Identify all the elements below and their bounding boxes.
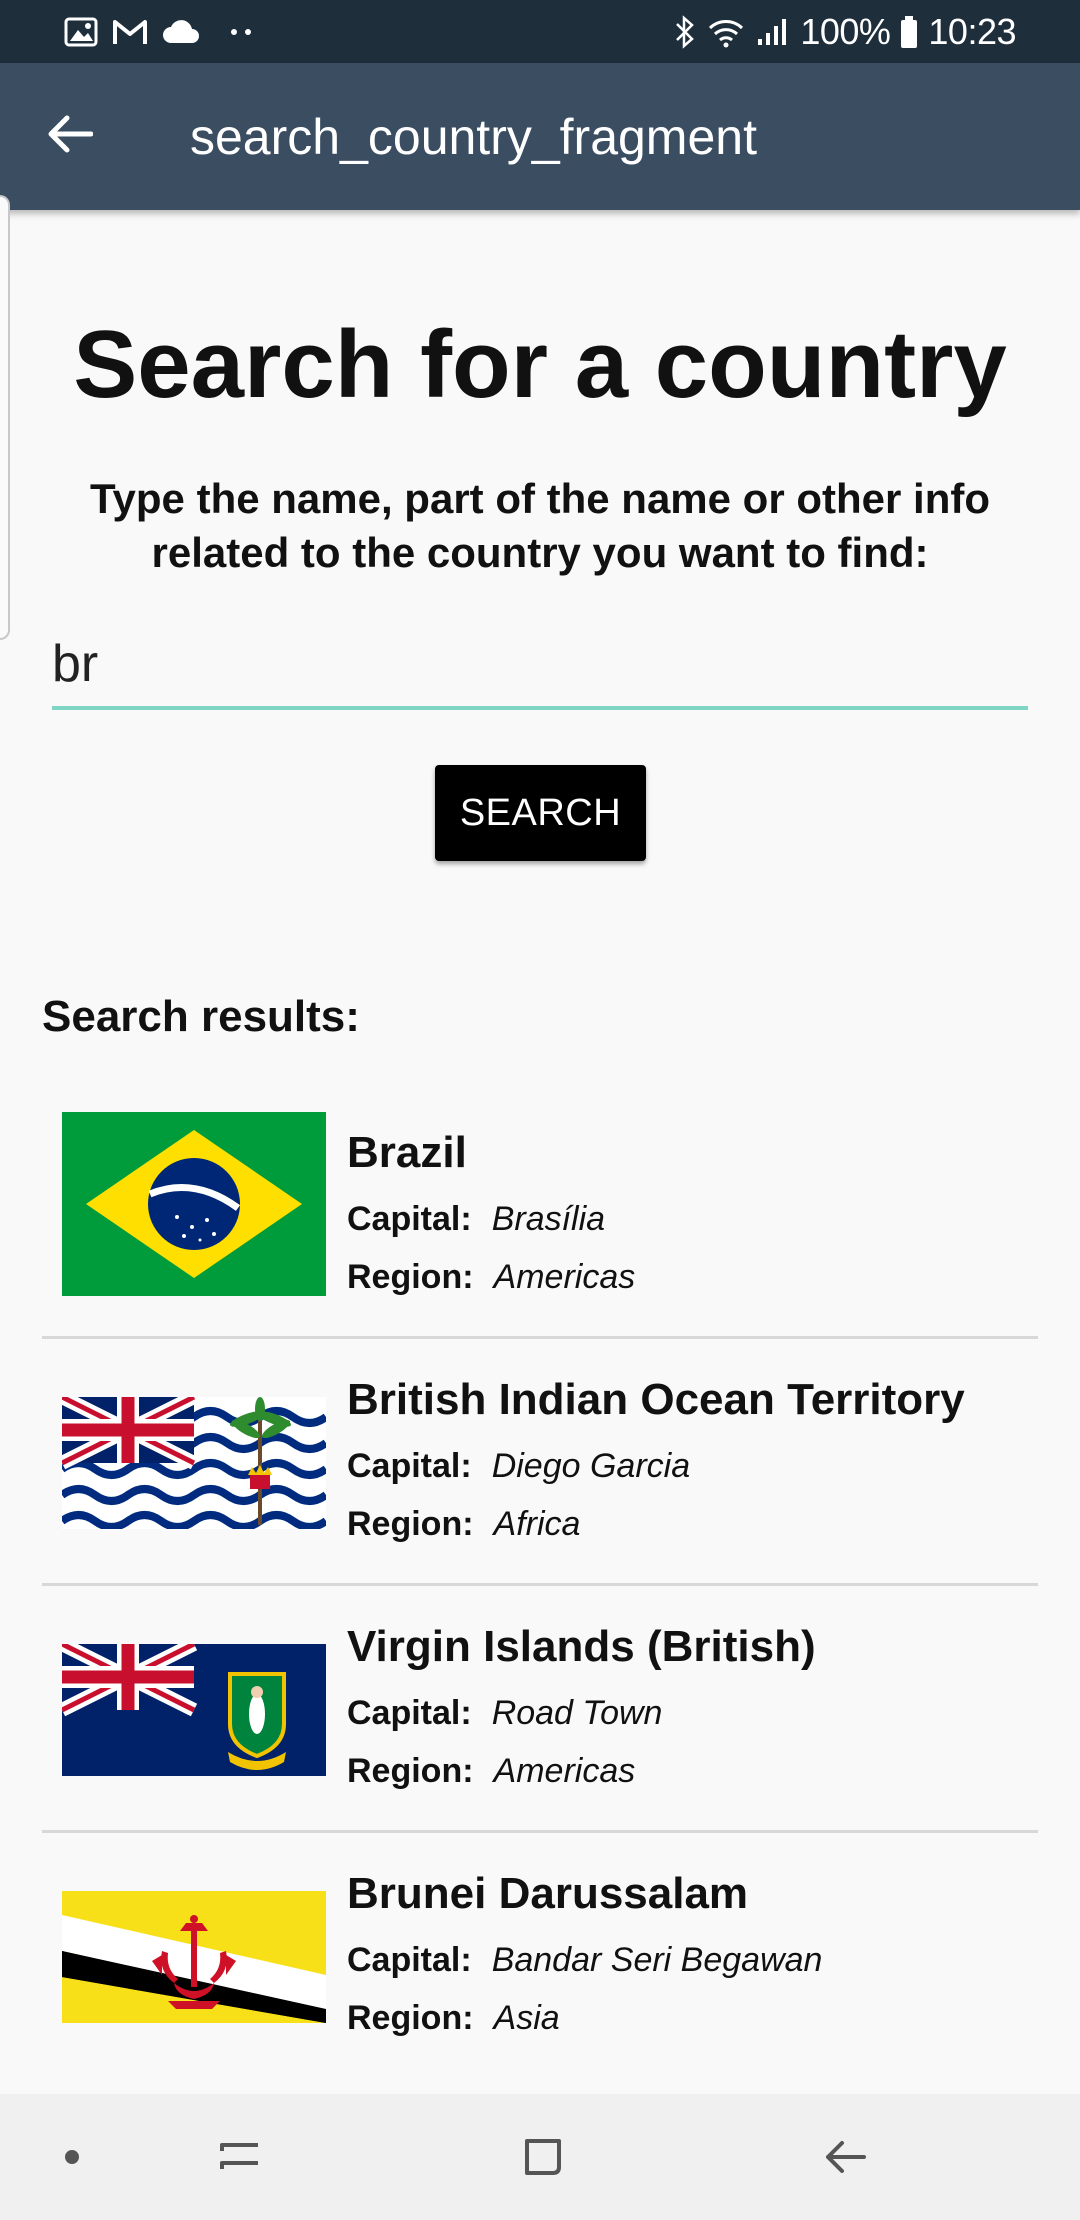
home-icon[interactable] bbox=[483, 2094, 603, 2220]
system-nav-bar bbox=[0, 2094, 1080, 2220]
region-row: Region: Africa bbox=[347, 1495, 1037, 1553]
battery-percentage: 100% bbox=[800, 10, 891, 52]
back-button[interactable] bbox=[0, 63, 140, 210]
region-value: Americas bbox=[493, 1258, 636, 1296]
region-label: Region: bbox=[347, 1999, 474, 2037]
search-results-heading: Search results: bbox=[42, 992, 360, 1041]
capital-value: Bandar Seri Begawan bbox=[491, 1941, 823, 1979]
battery-icon bbox=[900, 15, 918, 48]
back-icon[interactable] bbox=[786, 2094, 906, 2220]
signal-icon bbox=[756, 17, 790, 47]
country-name: Virgin Islands (British) bbox=[347, 1622, 816, 1671]
result-item-brazil[interactable]: Brazil Capital: Brasília Region: Americas bbox=[42, 1092, 1038, 1339]
capital-value: Brasília bbox=[491, 1200, 606, 1238]
brazil-flag-icon bbox=[62, 1112, 326, 1296]
status-left-icons bbox=[64, 17, 254, 47]
status-bar: 100% 10:23 bbox=[0, 0, 1080, 63]
capital-label: Capital: bbox=[347, 1200, 472, 1238]
region-value: Africa bbox=[493, 1505, 581, 1543]
result-item-british-indian-ocean-territory[interactable]: British Indian Ocean Territory Capital: D… bbox=[42, 1339, 1038, 1586]
capital-row: Capital: Road Town bbox=[347, 1684, 1037, 1742]
capital-row: Capital: Diego Garcia bbox=[347, 1437, 1037, 1495]
country-name: British Indian Ocean Territory bbox=[347, 1375, 965, 1424]
region-row: Region: Asia bbox=[347, 1989, 1037, 2047]
capital-row: Capital: Bandar Seri Begawan bbox=[347, 1931, 1037, 1989]
result-info: Brunei Darussalam Capital: Bandar Seri Be… bbox=[347, 1869, 1037, 2047]
page-title: Search for a country bbox=[73, 311, 1007, 418]
country-name: Brazil bbox=[347, 1128, 467, 1177]
result-info: British Indian Ocean Territory Capital: D… bbox=[347, 1375, 1037, 1553]
search-instructions: Type the name, part of the name or other… bbox=[90, 475, 990, 576]
more-dots-icon bbox=[230, 27, 254, 37]
search-results-list: Brazil Capital: Brasília Region: Americas bbox=[42, 1092, 1038, 2080]
british-indian-ocean-territory-flag-icon bbox=[62, 1397, 326, 1529]
region-label: Region: bbox=[347, 1752, 474, 1790]
brunei-flag-icon bbox=[62, 1891, 326, 2023]
region-label: Region: bbox=[347, 1258, 474, 1296]
region-value: Americas bbox=[493, 1752, 636, 1790]
dot-icon[interactable] bbox=[12, 2094, 132, 2220]
capital-row: Capital: Brasília bbox=[347, 1190, 1037, 1248]
wifi-icon bbox=[706, 16, 746, 48]
arrow-back-icon bbox=[47, 114, 94, 159]
result-info: Brazil Capital: Brasília Region: Americas bbox=[347, 1128, 1037, 1306]
capital-label: Capital: bbox=[347, 1694, 472, 1732]
search-input[interactable] bbox=[52, 630, 1028, 710]
result-info: Virgin Islands (British) Capital: Road To… bbox=[347, 1622, 1037, 1800]
bluetooth-icon bbox=[674, 14, 696, 49]
result-item-brunei-darussalam[interactable]: Brunei Darussalam Capital: Bandar Seri Be… bbox=[42, 1833, 1038, 2080]
clock: 10:23 bbox=[928, 10, 1016, 52]
region-row: Region: Americas bbox=[347, 1742, 1037, 1800]
result-item-virgin-islands-british[interactable]: Virgin Islands (British) Capital: Road To… bbox=[42, 1586, 1038, 1833]
region-value: Asia bbox=[493, 1999, 560, 2037]
british-virgin-islands-flag-icon bbox=[62, 1644, 326, 1776]
capital-value: Diego Garcia bbox=[491, 1447, 691, 1485]
app-bar: search_country_fragment bbox=[0, 63, 1080, 210]
image-icon bbox=[64, 17, 98, 47]
capital-label: Capital: bbox=[347, 1447, 472, 1485]
capital-label: Capital: bbox=[347, 1941, 472, 1979]
search-button[interactable]: SEARCH bbox=[435, 765, 646, 861]
country-name: Brunei Darussalam bbox=[347, 1869, 749, 1918]
capital-value: Road Town bbox=[491, 1694, 663, 1732]
status-right-icons: 100% 10:23 bbox=[674, 11, 1016, 53]
region-row: Region: Americas bbox=[347, 1248, 1037, 1306]
gmail-icon bbox=[112, 18, 148, 46]
app-bar-title: search_country_fragment bbox=[190, 108, 757, 165]
recent-apps-icon[interactable] bbox=[180, 2094, 300, 2220]
region-label: Region: bbox=[347, 1505, 474, 1543]
cloud-icon bbox=[162, 19, 200, 45]
